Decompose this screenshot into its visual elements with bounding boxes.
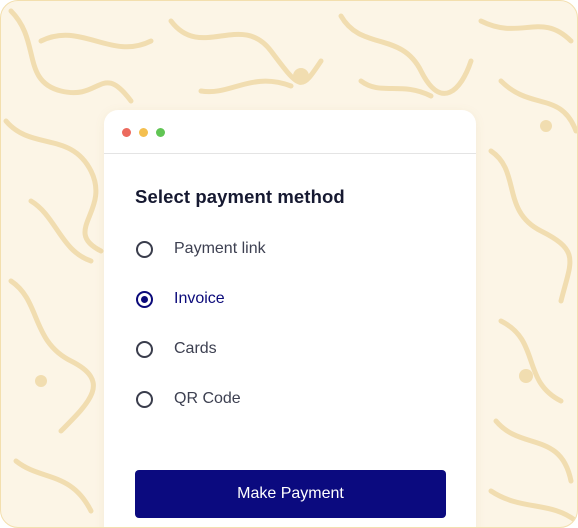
option-label: Cards (174, 340, 217, 357)
make-payment-button[interactable]: Make Payment (135, 470, 446, 518)
option-cards[interactable]: Cards (136, 336, 217, 362)
maximize-dot-icon[interactable] (156, 128, 165, 137)
option-label: Payment link (174, 240, 266, 257)
minimize-dot-icon[interactable] (139, 128, 148, 137)
radio-checked-icon[interactable] (136, 290, 153, 308)
window-titlebar (104, 110, 476, 154)
radio-icon[interactable] (136, 390, 153, 408)
page-background: Select payment method Payment link Invoi… (0, 0, 578, 528)
option-qr-code[interactable]: QR Code (136, 386, 241, 412)
option-invoice[interactable]: Invoice (136, 286, 225, 312)
option-label: QR Code (174, 390, 241, 407)
radio-icon[interactable] (136, 340, 153, 358)
payment-window: Select payment method Payment link Invoi… (104, 110, 476, 527)
option-payment-link[interactable]: Payment link (136, 236, 266, 262)
option-label: Invoice (174, 290, 225, 307)
close-dot-icon[interactable] (122, 128, 131, 137)
radio-icon[interactable] (136, 240, 153, 258)
form-title: Select payment method (135, 186, 345, 207)
